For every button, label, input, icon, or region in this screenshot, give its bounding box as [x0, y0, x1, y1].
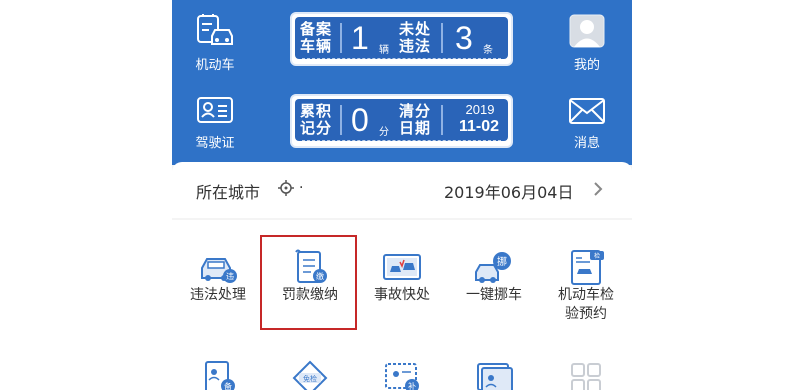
points-unit: 分: [379, 127, 389, 138]
service-exempt-inspection[interactable]: 免检: [264, 350, 356, 390]
inspection-icon: 检: [571, 250, 604, 285]
nav-license-label: 驾驶证: [195, 136, 235, 151]
badge-text: 备: [224, 381, 232, 390]
registered-count: 1: [351, 20, 369, 56]
car-violation-icon: 违: [201, 258, 237, 283]
accident-icon: [383, 254, 421, 280]
points-label-1: 累积: [300, 102, 333, 120]
service-reissue[interactable]: 补: [356, 350, 448, 390]
exempt-inspection-icon: 免检: [292, 360, 328, 390]
nav-vehicle-label: 机动车: [195, 58, 235, 73]
panel-decoration: [302, 140, 501, 144]
license-stats-inner: 累积 记分 0 分 清分 日期 2019 11-02: [295, 99, 508, 141]
service-record[interactable]: 备: [172, 350, 264, 390]
badge-text: 违: [226, 272, 234, 281]
app-screen: 机动车 驾驶证 我的 消息 备案 车辆 1 辆 未处 违法 3 条 累积 记分 …: [172, 0, 632, 390]
highlight-box: [260, 235, 357, 330]
registered-unit: 辆: [379, 45, 389, 56]
clear-date-month-day: 11-02: [458, 118, 500, 135]
divider: [340, 23, 342, 53]
divider: [441, 105, 443, 135]
mail-icon: [569, 98, 605, 124]
location-bar[interactable]: 所在城市 . 2019年06月04日: [172, 162, 632, 218]
service-more[interactable]: [540, 350, 632, 390]
service-license-card[interactable]: [448, 350, 540, 390]
violations-label-1: 未处: [399, 20, 432, 38]
record-icon: 备: [205, 361, 235, 390]
violations-label-2: 违法: [399, 37, 432, 55]
license-icon: [197, 97, 233, 123]
vehicle-icon: [197, 14, 233, 45]
service-move-car-label: 一键挪车: [466, 287, 522, 303]
violations-unit: 条: [483, 45, 493, 56]
current-date: 2019年06月04日: [444, 183, 574, 202]
divider: [441, 23, 443, 53]
move-car-icon: 挪: [475, 252, 511, 283]
locate-icon[interactable]: [278, 180, 294, 196]
vehicle-stats-inner: 备案 车辆 1 辆 未处 违法 3 条: [295, 17, 508, 59]
service-violation[interactable]: 违 违法处理: [172, 230, 264, 330]
vehicle-stats-panel[interactable]: 备案 车辆 1 辆 未处 违法 3 条: [290, 12, 513, 66]
nav-messages-label: 消息: [573, 136, 600, 151]
registered-label-1: 备案: [300, 20, 333, 38]
service-inspection[interactable]: 检 机动车检 验预约: [540, 230, 632, 340]
violations-count: 3: [455, 20, 473, 56]
clear-date-label-1: 清分: [399, 102, 432, 120]
divider: [340, 105, 342, 135]
nav-license[interactable]: 驾驶证: [180, 96, 250, 151]
service-accident-label: 事故快处: [374, 287, 430, 303]
points-count: 0: [351, 102, 369, 138]
nav-vehicle[interactable]: 机动车: [180, 14, 250, 73]
service-move-car[interactable]: 挪 一键挪车: [448, 230, 540, 330]
city-value: .: [299, 176, 304, 192]
city-label: 所在城市: [196, 183, 261, 202]
service-accident[interactable]: 事故快处: [356, 230, 448, 330]
service-inspection-label: 机动车检 验预约: [558, 287, 614, 322]
clear-date-label-2: 日期: [399, 119, 432, 137]
header-area: 机动车 驾驶证 我的 消息 备案 车辆 1 辆 未处 违法 3 条 累积 记分 …: [172, 0, 632, 165]
clear-date-year: 2019: [465, 102, 495, 117]
service-violation-label: 违法处理: [190, 287, 246, 303]
license-card-icon: [477, 363, 513, 390]
badge-text: 检: [594, 252, 600, 260]
license-stats-panel[interactable]: 累积 记分 0 分 清分 日期 2019 11-02: [290, 94, 513, 148]
service-grid: 违 违法处理 缴 罚款缴纳 事故快处 挪 一键挪车 检 机动车检 验预约 备 免…: [172, 220, 632, 390]
more-grid-icon: [571, 363, 601, 390]
nav-profile-label: 我的: [573, 58, 600, 73]
registered-label-2: 车辆: [300, 37, 333, 55]
avatar-icon: [569, 14, 605, 48]
badge-text: 挪: [497, 255, 507, 268]
badge-text: 补: [408, 381, 416, 390]
chevron-right-icon[interactable]: [593, 181, 603, 197]
panel-decoration: [302, 58, 501, 62]
badge-text: 免检: [303, 374, 317, 383]
reissue-icon: 补: [385, 363, 419, 390]
nav-messages[interactable]: 消息: [552, 96, 622, 151]
points-label-2: 记分: [300, 119, 333, 137]
nav-profile[interactable]: 我的: [552, 14, 622, 73]
